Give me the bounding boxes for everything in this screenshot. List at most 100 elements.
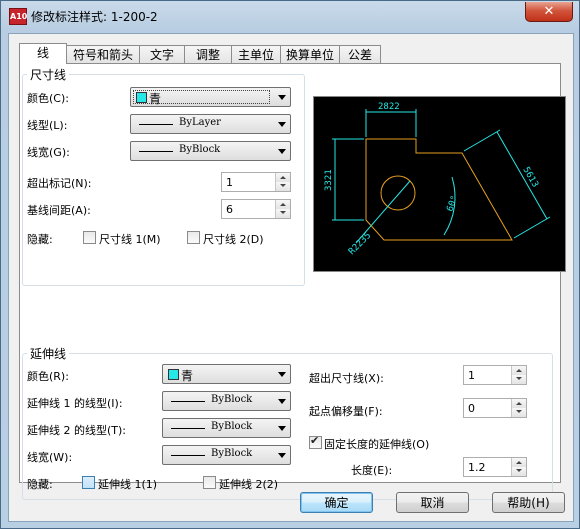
tab-symbols-arrows[interactable]: 符号和箭头 [66, 45, 140, 63]
ext1-linetype-select[interactable]: ByBlock [162, 391, 291, 411]
tab-alternate-units[interactable]: 换算单位 [280, 45, 340, 63]
color-swatch [136, 92, 147, 103]
spin-down-icon[interactable] [275, 182, 290, 191]
line-sample [171, 455, 205, 456]
ext-lineweight-value: ByBlock [211, 448, 253, 459]
fixed-length-label[interactable]: 固定长度的延伸线(O) [324, 436, 429, 452]
cancel-button[interactable]: 取消 [396, 492, 469, 513]
length-spinner[interactable]: 1.2 [463, 457, 527, 477]
ext-color-value: 青 [181, 369, 194, 383]
ok-button[interactable]: 确定 [300, 492, 373, 513]
baseline-spacing-spinner[interactable]: 6 [221, 199, 291, 219]
tab-primary-units[interactable]: 主单位 [231, 45, 281, 63]
chevron-down-icon [278, 372, 286, 377]
spin-down-icon[interactable] [511, 408, 526, 417]
offset-value: 0 [468, 402, 475, 415]
ext-color-select[interactable]: 青 [162, 364, 291, 384]
spin-up-icon[interactable] [511, 399, 526, 408]
dimension-texts: 2822 3321 5613 R2235 60° [324, 102, 540, 257]
length-label: 长度(E): [351, 464, 393, 477]
preview-pane: 2822 3321 5613 R2235 60° [313, 96, 566, 272]
offset-spinner[interactable]: 0 [463, 398, 527, 418]
dim-lineweight-value: ByBlock [179, 144, 221, 155]
dim-lineweight-label: 线宽(G): [27, 146, 70, 159]
suppress-ext-line-2-checkbox[interactable] [203, 476, 216, 489]
chevron-down-icon [278, 122, 286, 127]
tab-lines[interactable]: 线 [19, 43, 67, 64]
help-button[interactable]: 帮助(H) [492, 492, 565, 513]
ext-lineweight-select[interactable]: ByBlock [162, 445, 291, 465]
chevron-down-icon [278, 453, 286, 458]
app-icon: A10 [9, 8, 27, 25]
spin-down-icon[interactable] [511, 375, 526, 384]
line-sample [139, 124, 173, 125]
dim-linetype-label: 线型(L): [27, 119, 68, 132]
suppress-ext-line-1-checkbox[interactable] [82, 476, 95, 489]
ext1-linetype-label: 延伸线 1 的线型(I): [27, 397, 123, 410]
ext-line-slope-bottom [513, 216, 551, 239]
ext1-linetype-value: ByBlock [211, 394, 253, 405]
suppress-ext-line-1-label[interactable]: 延伸线 1(1) [98, 476, 157, 492]
ext-lineweight-label: 线宽(W): [27, 451, 73, 464]
dim-radius-text: R2235 [347, 231, 373, 257]
dim-line-slope [496, 131, 548, 220]
dim-angle-text: 60° [445, 194, 460, 213]
title-bar[interactable]: A10 修改标注样式: 1-200-2 ✕ [1, 1, 579, 31]
suppress-dim-line-2-label[interactable]: 尺寸线 2(D) [203, 231, 264, 247]
spin-down-icon[interactable] [511, 467, 526, 476]
dim-color-select[interactable]: 青 [130, 87, 291, 107]
dim-line-group-title: 尺寸线 [27, 66, 70, 83]
line-sample [139, 151, 173, 152]
window-title: 修改标注样式: 1-200-2 [31, 10, 158, 24]
ext-color-label: 颜色(R): [27, 370, 69, 383]
ext-suppress-label: 隐藏: [27, 478, 53, 491]
chevron-down-icon [278, 426, 286, 431]
extend-beyond-label: 超出尺寸线(X): [309, 372, 384, 385]
tab-text[interactable]: 文字 [139, 45, 185, 63]
chevron-down-icon [278, 399, 286, 404]
dim-left-text: 3321 [324, 169, 334, 191]
part-outline [365, 138, 513, 241]
dim-lineweight-select[interactable]: ByBlock [130, 141, 291, 161]
extend-beyond-spinner[interactable]: 1 [463, 365, 527, 385]
ext2-linetype-select[interactable]: ByBlock [162, 418, 291, 438]
suppress-dim-line-1-checkbox[interactable] [83, 231, 96, 244]
chevron-down-icon [278, 95, 286, 100]
suppress-dim-line-2-checkbox[interactable] [187, 231, 200, 244]
extend-ticks-label: 超出标记(N): [27, 177, 92, 190]
baseline-spacing-value: 6 [226, 203, 233, 216]
dim-color-value: 青 [149, 92, 162, 106]
offset-label: 起点偏移量(F): [309, 405, 383, 418]
tab-fit[interactable]: 调整 [184, 45, 232, 63]
dim-top-text: 2822 [378, 102, 400, 112]
spin-up-icon[interactable] [511, 366, 526, 375]
spin-up-icon[interactable] [511, 458, 526, 467]
dimensions [332, 109, 551, 244]
close-button[interactable]: ✕ [525, 2, 573, 22]
dialog-window: A10 修改标注样式: 1-200-2 ✕ 线 符号和箭头 文字 调整 主单位 … [0, 0, 580, 529]
tab-tolerances[interactable]: 公差 [339, 45, 381, 63]
line-sample [171, 401, 205, 402]
ext-line-slope-top [463, 129, 501, 152]
dim-linetype-select[interactable]: ByLayer [130, 114, 291, 134]
extend-ticks-value: 1 [226, 176, 233, 189]
spin-up-icon[interactable] [275, 200, 290, 209]
ext2-linetype-label: 延伸线 2 的线型(T): [27, 424, 126, 437]
suppress-ext-line-2-label[interactable]: 延伸线 2(2) [219, 476, 278, 492]
spin-down-icon[interactable] [275, 209, 290, 218]
tab-panel: 尺寸线 颜色(C): 青 线型(L): ByLayer 线宽(G): ByBlo… [19, 63, 566, 500]
suppress-dim-line-1-label[interactable]: 尺寸线 1(M) [99, 231, 161, 247]
length-value: 1.2 [468, 461, 486, 474]
dim-suppress-label: 隐藏: [27, 233, 53, 246]
baseline-spacing-label: 基线间距(A): [27, 204, 91, 217]
ext-line-group-title: 延伸线 [27, 345, 70, 362]
ext2-linetype-value: ByBlock [211, 421, 253, 432]
color-swatch [168, 369, 179, 380]
spin-up-icon[interactable] [275, 173, 290, 182]
extend-ticks-spinner[interactable]: 1 [221, 172, 291, 192]
dialog-client: 线 符号和箭头 文字 调整 主单位 换算单位 公差 尺寸线 颜色(C): 青 线… [8, 33, 574, 522]
extend-beyond-value: 1 [468, 369, 475, 382]
preview-drawing: 2822 3321 5613 R2235 60° [324, 102, 551, 257]
line-sample [171, 428, 205, 429]
fixed-length-checkbox[interactable] [309, 434, 322, 449]
